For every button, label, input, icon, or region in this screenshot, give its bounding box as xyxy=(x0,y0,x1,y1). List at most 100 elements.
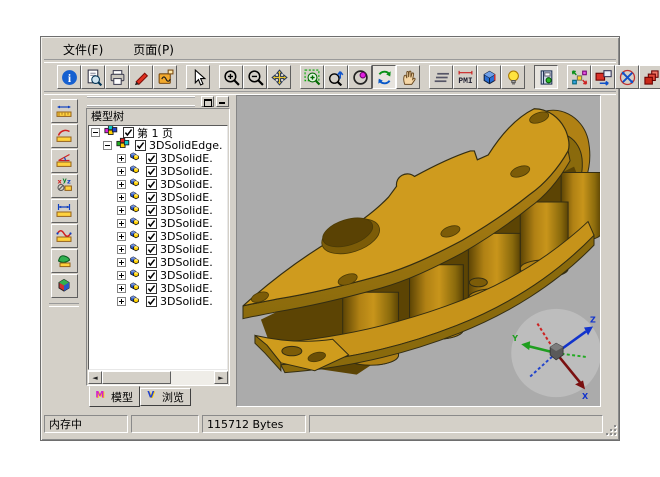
dim-area-button[interactable] xyxy=(51,249,78,273)
tree-item-part-4[interactable]: 3DSolidE. xyxy=(89,191,227,204)
pan-cross-button[interactable] xyxy=(267,65,291,89)
dim-radius-button[interactable] xyxy=(51,124,78,148)
print-preview-button[interactable] xyxy=(81,65,105,89)
tree-item-part-5[interactable]: 3DSolidE. xyxy=(89,204,227,217)
expand-icon[interactable] xyxy=(117,297,126,306)
visibility-checkbox[interactable] xyxy=(146,192,157,203)
expand-icon[interactable] xyxy=(117,219,126,228)
panel-grip-lines[interactable] xyxy=(87,96,195,107)
dim-curve-button[interactable] xyxy=(51,224,78,248)
menu-page[interactable]: 页面(P) xyxy=(129,40,178,59)
tree-item-part-3[interactable]: 3DSolidE. xyxy=(89,178,227,191)
model-tree[interactable]: 第 1 页3DSolidEdge.3DSolidE.3DSolidE.3DSol… xyxy=(88,125,228,370)
tree-item-part-10[interactable]: 3DSolidE. xyxy=(89,269,227,282)
zoom-out-button[interactable] xyxy=(243,65,267,89)
light-button[interactable] xyxy=(501,65,525,89)
status-cell-2 xyxy=(131,415,199,433)
visibility-checkbox[interactable] xyxy=(146,270,157,281)
tree-item-part-9[interactable]: 3DSolidE. xyxy=(89,256,227,269)
light-icon xyxy=(505,69,522,86)
cube-display-button[interactable] xyxy=(477,65,501,89)
visibility-checkbox[interactable] xyxy=(135,140,146,151)
panel-restore-button[interactable] xyxy=(201,96,214,107)
tree-item-part-1[interactable]: 3DSolidE. xyxy=(89,152,227,165)
layers-button[interactable] xyxy=(429,65,453,89)
dim-horizontal-icon xyxy=(55,102,73,121)
solid-stack-button[interactable] xyxy=(639,65,660,89)
expand-icon[interactable] xyxy=(117,284,126,293)
notebook-button[interactable] xyxy=(534,65,558,89)
viewport-3d[interactable]: Z Y X xyxy=(236,95,601,407)
expand-icon[interactable] xyxy=(117,232,126,241)
scroll-left-icon[interactable]: ◄ xyxy=(88,371,102,384)
dim-distance-button[interactable] xyxy=(51,199,78,223)
tree-item-label: 3DSolidE. xyxy=(160,256,213,269)
expand-icon[interactable] xyxy=(117,167,126,176)
visibility-checkbox[interactable] xyxy=(146,231,157,242)
info-button[interactable]: i xyxy=(57,65,81,89)
tree-item-assembly[interactable]: 3DSolidEdge. xyxy=(89,139,227,152)
visibility-checkbox[interactable] xyxy=(146,283,157,294)
pmi-button[interactable]: PMI xyxy=(453,65,477,89)
markup-pen-button[interactable] xyxy=(129,65,153,89)
tree-item-part-7[interactable]: 3DSolidE. xyxy=(89,230,227,243)
scroll-right-icon[interactable]: ► xyxy=(214,371,228,384)
tree-item-part-8[interactable]: 3DSolidE. xyxy=(89,243,227,256)
svg-text:PMI: PMI xyxy=(458,76,473,85)
orbit-button[interactable] xyxy=(348,65,372,89)
stamp-button[interactable] xyxy=(153,65,177,89)
dynamic-zoom-button[interactable] xyxy=(324,65,348,89)
expand-icon[interactable] xyxy=(117,206,126,215)
rotate-button[interactable] xyxy=(372,65,396,89)
tree-item-part-11[interactable]: 3DSolidE. xyxy=(89,282,227,295)
expand-icon[interactable] xyxy=(117,193,126,202)
visibility-checkbox[interactable] xyxy=(146,218,157,229)
dim-volume-button[interactable] xyxy=(51,274,78,298)
expand-icon[interactable] xyxy=(117,271,126,280)
tree-item-page[interactable]: 第 1 页 xyxy=(89,126,227,139)
tree-item-part-12[interactable]: 3DSolidE. xyxy=(89,295,227,308)
panel-hide-button[interactable] xyxy=(216,96,229,107)
resize-grip-icon[interactable] xyxy=(604,423,616,435)
dim-angle-button[interactable] xyxy=(51,149,78,173)
visibility-checkbox[interactable] xyxy=(146,205,157,216)
expand-icon[interactable] xyxy=(117,258,126,267)
visibility-checkbox[interactable] xyxy=(146,153,157,164)
measure-toolbar: xyz xyxy=(43,95,85,407)
scroll-track[interactable] xyxy=(102,371,214,385)
tab-model[interactable]: MM模型 xyxy=(89,386,140,407)
main-toolbar: iPMIBOM xyxy=(43,63,617,91)
menu-file[interactable]: 文件(F) xyxy=(59,40,107,59)
scroll-thumb[interactable] xyxy=(102,371,171,384)
zoom-in-button[interactable] xyxy=(219,65,243,89)
expand-icon[interactable] xyxy=(117,154,126,163)
explode-button[interactable] xyxy=(567,65,591,89)
animation-button[interactable] xyxy=(591,65,615,89)
toolbar-group-7: BOM xyxy=(567,65,660,89)
tree-item-part-6[interactable]: 3DSolidE. xyxy=(89,217,227,230)
zoom-window-button[interactable] xyxy=(300,65,324,89)
tab-browse[interactable]: VV浏览 xyxy=(140,388,191,406)
toolbar-group-6 xyxy=(534,65,558,89)
tree-hscrollbar[interactable]: ◄ ► xyxy=(88,370,228,385)
collapse-icon[interactable] xyxy=(103,141,112,150)
visibility-checkbox[interactable] xyxy=(146,296,157,307)
visibility-checkbox[interactable] xyxy=(146,257,157,268)
dim-xyz-button[interactable]: xyz xyxy=(51,174,78,198)
tree-item-label: 3DSolidE. xyxy=(160,269,213,282)
visibility-checkbox[interactable] xyxy=(146,166,157,177)
expand-icon[interactable] xyxy=(117,245,126,254)
toolbar-group-3 xyxy=(219,65,291,89)
move-rotate-button[interactable] xyxy=(615,65,639,89)
panel-grip[interactable] xyxy=(85,95,231,108)
visibility-checkbox[interactable] xyxy=(146,244,157,255)
expand-icon[interactable] xyxy=(117,180,126,189)
pan-hand-button[interactable] xyxy=(396,65,420,89)
visibility-checkbox[interactable] xyxy=(146,179,157,190)
dim-xyz-icon: xyz xyxy=(55,177,73,196)
print-button[interactable] xyxy=(105,65,129,89)
select-button[interactable] xyxy=(186,65,210,89)
collapse-icon[interactable] xyxy=(91,128,100,137)
dim-horizontal-button[interactable] xyxy=(51,99,78,123)
tree-item-part-2[interactable]: 3DSolidE. xyxy=(89,165,227,178)
